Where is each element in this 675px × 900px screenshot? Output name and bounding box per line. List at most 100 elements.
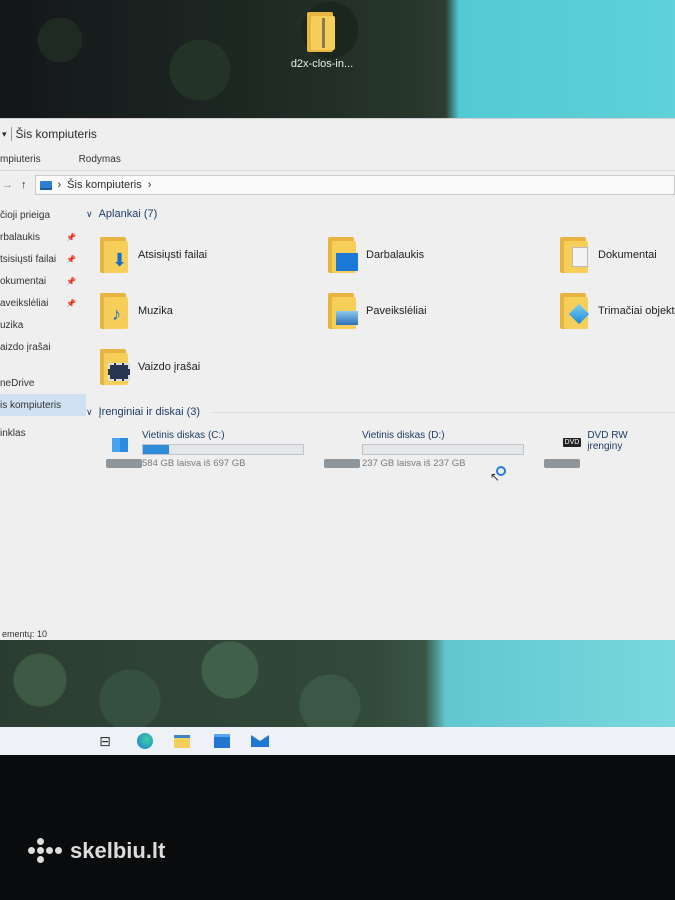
drive-name: DVD RW įrenginy <box>587 430 628 452</box>
sidebar-item-label: tsisiųsti failai <box>0 253 57 265</box>
drive-free-space: 584 GB laisva iš 697 GB <box>142 458 246 469</box>
address-bar[interactable]: › Šis kompiuteris › <box>34 175 675 195</box>
sidebar-item[interactable]: rbalaukis 📌 <box>0 226 86 248</box>
pin-icon: 📌 <box>66 254 76 264</box>
document-icon <box>560 237 590 273</box>
picture-icon <box>328 293 358 329</box>
sidebar-item[interactable]: uzika <box>0 314 86 336</box>
sidebar-item[interactable]: okumentai 📌 <box>0 270 86 292</box>
sidebar-item[interactable]: čioji prieiga <box>0 204 86 226</box>
drive-item[interactable]: DVD DVD RW įrenginy <box>524 430 664 469</box>
download-arrow-icon: ⬇ <box>100 237 130 273</box>
sidebar-item-label: aveikslėliai <box>0 297 49 309</box>
address-row: → ↑ › Šis kompiuteris › <box>0 171 675 199</box>
drive-item[interactable]: Vietinis diskas (C:) 584 GB laisva iš 697… <box>86 430 304 469</box>
back-arrow-icon[interactable]: → <box>2 179 13 191</box>
file-explorer-window: ▾ Šis kompiuteris mpiuteris Rodymas → ↑ … <box>0 118 675 643</box>
folder-icon <box>307 12 337 52</box>
tab-view[interactable]: Rodymas <box>79 154 121 165</box>
pin-icon: 📌 <box>66 276 76 286</box>
sidebar-item-label: is kompiuteris <box>0 399 62 411</box>
ribbon-tabs: mpiuteris Rodymas <box>0 149 675 171</box>
drive-usage-bar <box>142 444 304 455</box>
sidebar-item-label: čioji prieiga <box>0 209 51 221</box>
folder-name: Paveikslėliai <box>366 305 427 317</box>
folders-group-header[interactable]: ∨ Aplankai (7) <box>86 204 675 224</box>
folder-name: Trimačiai objekt <box>598 305 675 317</box>
folder-item[interactable]: ⬇ Atsisiųsti failai <box>86 230 314 280</box>
hard-drive-icon <box>324 438 360 468</box>
drive-info: Vietinis diskas (C:) 584 GB laisva iš 697… <box>142 430 304 469</box>
pin-icon: 📌 <box>66 232 76 242</box>
drives-group-header[interactable]: ∨ Įrenginiai ir diskai (3) <box>86 402 675 422</box>
pointer-cursor-icon: ↖ <box>490 470 501 484</box>
watermark: skelbiu.lt <box>28 838 165 864</box>
drive-item[interactable]: Vietinis diskas (D:) 237 GB laisva iš 237… <box>304 430 524 469</box>
computer-icon <box>39 180 52 190</box>
store-icon[interactable] <box>212 731 232 751</box>
folders-group-title: Aplankai (7) <box>98 208 158 220</box>
desktop-folder-shortcut[interactable]: d2x-clos-in... <box>282 12 362 70</box>
folder-name: Atsisiųsti failai <box>138 249 208 261</box>
up-arrow-icon[interactable]: ↑ <box>21 179 27 191</box>
status-bar: ementų: 10 <box>2 629 48 639</box>
drive-usage-fill <box>143 445 169 454</box>
cube-icon <box>560 293 590 329</box>
watermark-logo-icon <box>28 838 62 864</box>
drive-usage-bar <box>362 444 524 455</box>
chevron-down-icon: ∨ <box>86 406 93 417</box>
folder-item[interactable]: Trimačiai objekt <box>546 286 675 336</box>
tab-computer[interactable]: mpiuteris <box>0 154 41 165</box>
pin-icon: 📌 <box>66 298 76 308</box>
edge-browser-icon[interactable] <box>135 731 155 751</box>
desktop-wallpaper-bottom <box>0 640 675 730</box>
sidebar-item[interactable]: is kompiuteris <box>0 394 86 416</box>
folder-item[interactable]: Darbalaukis <box>314 230 546 280</box>
dvd-drive-icon: DVD <box>544 438 582 468</box>
window-title: Šis kompiuteris <box>15 127 97 141</box>
music-note-icon: ♪ <box>100 293 130 329</box>
taskbar: ⊟ <box>0 727 675 755</box>
drive-name: Vietinis diskas (C:) <box>142 430 225 441</box>
folder-item[interactable]: Paveikslėliai <box>314 286 546 336</box>
sidebar-item-label: neDrive <box>0 377 35 389</box>
address-path: Šis kompiuteris <box>67 179 142 191</box>
mail-icon[interactable] <box>250 731 270 751</box>
sidebar-item[interactable]: tsisiųsti failai 📌 <box>0 248 86 270</box>
sidebar-item[interactable]: aizdo įrašai <box>0 336 86 358</box>
sidebar-item-label: rbalaukis <box>0 231 41 243</box>
hard-drive-icon <box>106 438 142 468</box>
drive-info: DVD RW įrenginy <box>587 430 664 469</box>
folder-name: Vaizdo įrašai <box>138 361 201 373</box>
desktop-icon <box>328 237 358 273</box>
drive-info: Vietinis diskas (D:) 237 GB laisva iš 237… <box>362 430 524 469</box>
sidebar-item[interactable]: aveikslėliai 📌 <box>0 292 86 314</box>
folder-item[interactable]: Vaizdo įrašai <box>86 342 314 392</box>
sidebar-item[interactable]: neDrive <box>0 372 86 394</box>
chevron-right-icon: › <box>57 179 62 191</box>
quick-access-dropdown-icon[interactable]: ▾ <box>2 129 7 140</box>
desktop-icon-label: d2x-clos-in... <box>290 58 354 70</box>
folder-name: Darbalaukis <box>366 249 425 261</box>
film-icon <box>100 349 130 385</box>
task-view-icon[interactable]: ⊟ <box>95 731 115 751</box>
folder-name: Dokumentai <box>598 249 657 261</box>
file-explorer-icon[interactable] <box>172 731 192 751</box>
navigation-pane: čioji prieiga rbalaukis 📌 tsisiųsti failai 📌… <box>0 204 86 634</box>
drives-grid: Vietinis diskas (C:) 584 GB laisva iš 697… <box>86 430 675 469</box>
folders-grid: ⬇ Atsisiųsti failai Darbalaukis Dokumentai ♪… <box>86 230 675 392</box>
drives-group-title: Įrenginiai ir diskai (3) <box>98 406 201 418</box>
title-bar: ▾ Šis kompiuteris <box>0 119 675 149</box>
drive-name: Vietinis diskas (D:) <box>362 430 445 441</box>
chevron-right-icon[interactable]: › <box>148 179 152 191</box>
content-area: ∨ Aplankai (7) ⬇ Atsisiųsti failai Darbala… <box>86 204 675 624</box>
folder-item[interactable]: ♪ Muzika <box>86 286 314 336</box>
folder-item[interactable]: Dokumentai <box>546 230 675 280</box>
sidebar-item-label: aizdo įrašai <box>0 341 51 353</box>
folder-name: Muzika <box>138 305 173 317</box>
dvd-tag: DVD <box>562 438 582 447</box>
chevron-down-icon: ∨ <box>86 208 93 219</box>
watermark-text: skelbiu.lt <box>70 838 166 863</box>
sidebar-item[interactable]: inklas <box>0 422 86 444</box>
sidebar-item-label: inklas <box>0 427 26 439</box>
